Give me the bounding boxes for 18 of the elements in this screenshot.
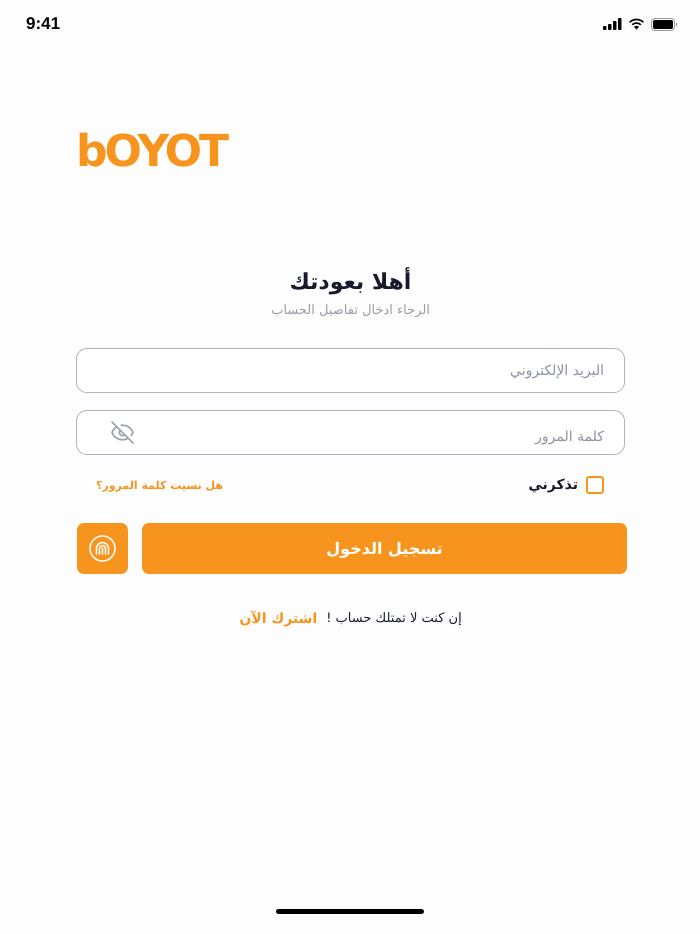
signup-link[interactable]: اشترك الآن bbox=[239, 609, 318, 629]
email-field[interactable]: البريد الإلكتروني bbox=[76, 348, 625, 393]
password-field[interactable]: كلمة المرور bbox=[76, 410, 625, 455]
fingerprint-icon bbox=[89, 535, 116, 562]
remember-checkbox[interactable] bbox=[586, 476, 604, 494]
signal-icon bbox=[603, 18, 622, 30]
page-title: أهلا بعودتك bbox=[290, 268, 412, 298]
page-subtitle: الرجاء ادخال تفاصيل الحساب bbox=[271, 302, 430, 320]
login-button[interactable]: تسجيل الدخول bbox=[142, 523, 627, 574]
status-time: 9:41 bbox=[26, 13, 60, 35]
logo: bOYOT bbox=[76, 130, 226, 174]
forgot-password-link[interactable]: هل نسيت كلمة المرور؟ bbox=[96, 478, 223, 492]
wifi-icon bbox=[628, 18, 645, 30]
eye-off-icon[interactable] bbox=[110, 420, 135, 445]
battery-icon bbox=[651, 18, 678, 30]
fingerprint-button[interactable] bbox=[77, 523, 128, 574]
remember-label: تذكرني bbox=[528, 476, 578, 495]
signup-prompt: إن كنت لا تمتلك حساب ! bbox=[326, 610, 462, 628]
